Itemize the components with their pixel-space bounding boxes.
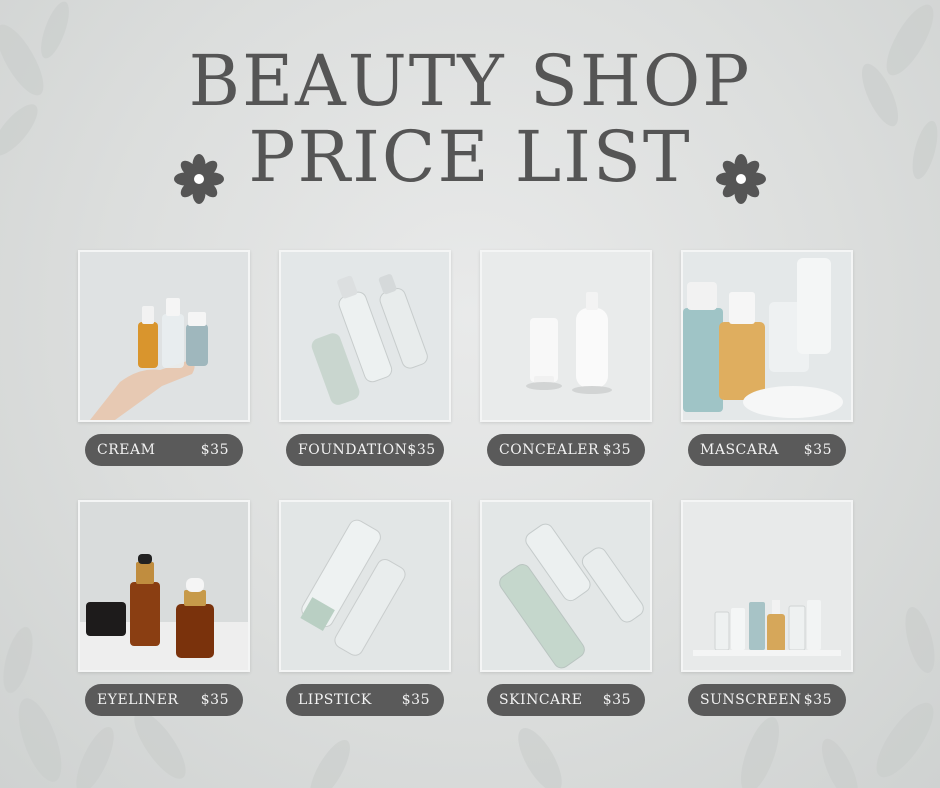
flower-icon <box>174 154 224 204</box>
price-tag-lipstick: LIPSTICK $35 <box>286 684 444 716</box>
item-price: $35 <box>602 692 631 708</box>
price-tag-skincare: SKINCARE $35 <box>487 684 645 716</box>
product-image-eyeliner[interactable] <box>78 500 250 672</box>
item-price: $35 <box>602 442 631 458</box>
price-tag-mascara: MASCARA $35 <box>688 434 846 466</box>
item-name: FOUNDATION <box>298 442 408 458</box>
item-price: $35 <box>803 442 832 458</box>
item-name: MASCARA <box>700 442 780 458</box>
price-tag-eyeliner: EYELINER $35 <box>85 684 243 716</box>
item-price: $35 <box>200 442 229 458</box>
product-image-lipstick[interactable] <box>279 500 451 672</box>
product-image-sunscreen[interactable] <box>681 500 853 672</box>
item-name: CONCEALER <box>499 442 600 458</box>
item-price: $35 <box>200 692 229 708</box>
product-image-skincare[interactable] <box>480 500 652 672</box>
item-name: SUNSCREEN <box>700 692 802 708</box>
item-price: $35 <box>803 692 832 708</box>
price-tag-concealer: CONCEALER $35 <box>487 434 645 466</box>
item-name: SKINCARE <box>499 692 583 708</box>
page-title-line-2: PRICE LIST <box>248 116 692 198</box>
item-price: $35 <box>407 442 436 458</box>
item-name: LIPSTICK <box>298 692 372 708</box>
price-tag-cream: CREAM $35 <box>85 434 243 466</box>
product-image-cream[interactable] <box>78 250 250 422</box>
item-name: CREAM <box>97 442 156 458</box>
product-image-mascara[interactable] <box>681 250 853 422</box>
product-image-concealer[interactable] <box>480 250 652 422</box>
product-image-foundation[interactable] <box>279 250 451 422</box>
flower-icon <box>716 154 766 204</box>
price-tag-sunscreen: SUNSCREEN $35 <box>688 684 846 716</box>
item-name: EYELINER <box>97 692 179 708</box>
item-price: $35 <box>401 692 430 708</box>
price-tag-foundation: FOUNDATION $35 <box>286 434 444 466</box>
